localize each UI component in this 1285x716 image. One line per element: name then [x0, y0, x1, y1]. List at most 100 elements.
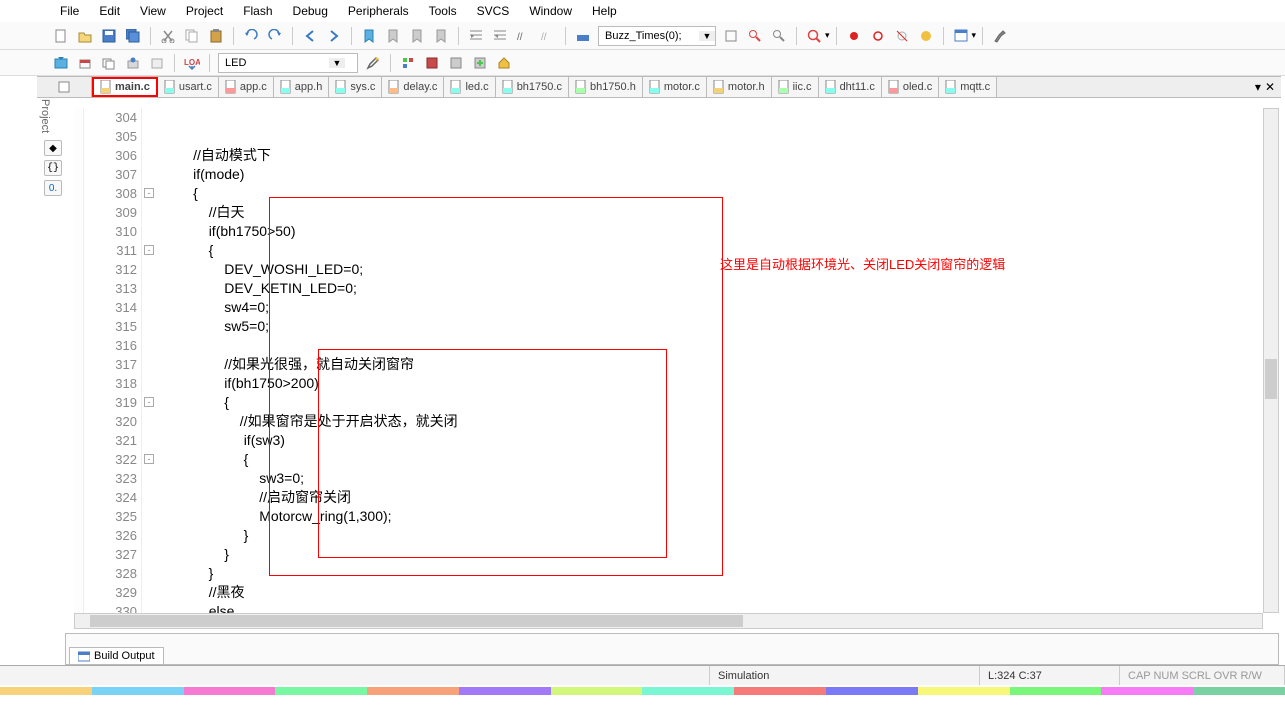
sidebar-icons: ◆ {} 0. [41, 140, 65, 196]
dropdown-arrow-icon[interactable]: ▼ [329, 58, 345, 68]
manage-pack-button[interactable] [445, 53, 467, 73]
download-button[interactable]: LOAD [181, 53, 203, 73]
rebuild-button[interactable] [98, 53, 120, 73]
fold-toggle[interactable]: - [144, 397, 154, 407]
file-tab-main-c[interactable]: main.c [92, 77, 158, 97]
code-editor[interactable]: 3043053063073083093103113123133143153163… [74, 108, 1263, 613]
menu-project[interactable]: Project [176, 2, 233, 20]
pack-install-button[interactable] [469, 53, 491, 73]
file-tab-motor-h[interactable]: motor.h [707, 77, 772, 97]
file-tab-delay-c[interactable]: delay.c [382, 77, 444, 97]
outdent-button[interactable] [489, 26, 511, 46]
menu-file[interactable]: File [50, 2, 89, 20]
tabbar-left-icon[interactable] [37, 77, 92, 97]
new-file-button[interactable] [50, 26, 72, 46]
file-tab-bh1750-h[interactable]: bh1750.h [569, 77, 643, 97]
build-button[interactable] [74, 53, 96, 73]
annotation-box-inner [318, 349, 667, 558]
diamond-icon[interactable]: ◆ [44, 140, 62, 156]
menu-peripherals[interactable]: Peripherals [338, 2, 419, 20]
copy-button[interactable] [181, 26, 203, 46]
nav-forward-button[interactable] [323, 26, 345, 46]
undo-button[interactable] [240, 26, 262, 46]
manage-env-button[interactable] [421, 53, 443, 73]
vertical-scrollbar[interactable] [1263, 108, 1279, 613]
comment-button[interactable]: // [513, 26, 535, 46]
find-dropdown[interactable]: Buzz_Times(0); ▼ [598, 26, 716, 46]
file-tab-bh1750-c[interactable]: bh1750.c [496, 77, 569, 97]
file-tab-app-c[interactable]: app.c [219, 77, 274, 97]
horizontal-scrollbar[interactable] [74, 613, 1263, 629]
code-content[interactable]: //自动模式下 if(mode) { //白天 if(bh1750>50) { … [160, 108, 1263, 613]
file-tabbar: main.cusart.capp.capp.hsys.cdelay.cled.c… [37, 76, 1281, 98]
file-tab-led-c[interactable]: led.c [444, 77, 495, 97]
translate-button[interactable] [50, 53, 72, 73]
batch-build-button[interactable] [122, 53, 144, 73]
svg-text://: // [541, 32, 547, 43]
file-tab-sys-c[interactable]: sys.c [329, 77, 382, 97]
save-button[interactable] [98, 26, 120, 46]
tab-close-icon[interactable]: ✕ [1265, 80, 1275, 94]
build-output-tab[interactable]: Build Output [69, 647, 164, 664]
menu-window[interactable]: Window [519, 2, 582, 20]
bookmark-clear-button[interactable] [430, 26, 452, 46]
menu-help[interactable]: Help [582, 2, 627, 20]
breakpoint-enable-button[interactable] [915, 26, 937, 46]
fold-toggle[interactable]: - [144, 188, 154, 198]
fold-column[interactable]: - - - - [142, 108, 160, 613]
manage-button[interactable] [397, 53, 419, 73]
file-tab-app-h[interactable]: app.h [274, 77, 330, 97]
window-button[interactable] [950, 26, 972, 46]
func-icon[interactable]: 0. [44, 180, 62, 196]
menu-view[interactable]: View [130, 2, 176, 20]
menu-tools[interactable]: Tools [419, 2, 467, 20]
breakpoint-kill-button[interactable] [891, 26, 913, 46]
bottom-color-bar [0, 687, 1285, 695]
find-button[interactable] [720, 26, 742, 46]
status-cursor-pos: L:324 C:37 [980, 666, 1120, 685]
file-tab-usart-c[interactable]: usart.c [158, 77, 219, 97]
nav-back-button[interactable] [299, 26, 321, 46]
fold-toggle[interactable]: - [144, 245, 154, 255]
config-button[interactable] [989, 26, 1011, 46]
incremental-find-button[interactable] [768, 26, 790, 46]
dropdown-arrow-icon[interactable]: ▼ [699, 31, 715, 41]
save-all-button[interactable] [122, 26, 144, 46]
menu-flash[interactable]: Flash [233, 2, 282, 20]
find-in-files-button[interactable] [744, 26, 766, 46]
tab-menu-icon[interactable]: ▾ [1255, 80, 1261, 94]
breakpoint-disable-button[interactable] [867, 26, 889, 46]
braces-icon[interactable]: {} [44, 160, 62, 176]
debug-config-button[interactable] [803, 26, 825, 46]
paste-button[interactable] [205, 26, 227, 46]
file-icon [280, 80, 292, 94]
breakpoint-button[interactable] [843, 26, 865, 46]
file-tab-motor-c[interactable]: motor.c [643, 77, 707, 97]
file-icon [450, 80, 462, 94]
pack-home-button[interactable] [493, 53, 515, 73]
bookmark-button[interactable] [358, 26, 380, 46]
menu-debug[interactable]: Debug [283, 2, 338, 20]
uncomment-button[interactable]: // [537, 26, 559, 46]
options-button[interactable] [362, 53, 384, 73]
open-file-button[interactable] [74, 26, 96, 46]
file-tab-oled-c[interactable]: oled.c [882, 77, 939, 97]
bookmark-prev-button[interactable] [382, 26, 404, 46]
bookmark-next-button[interactable] [406, 26, 428, 46]
target-dropdown[interactable]: LED ▼ [218, 53, 358, 73]
file-tab-dht11-c[interactable]: dht11.c [819, 77, 882, 97]
menu-edit[interactable]: Edit [89, 2, 130, 20]
stop-build-button[interactable] [146, 53, 168, 73]
indent-button[interactable] [465, 26, 487, 46]
cut-button[interactable] [157, 26, 179, 46]
file-icon [713, 80, 725, 94]
file-tab-iic-c[interactable]: iic.c [772, 77, 819, 97]
statusbar: Simulation L:324 C:37 CAP NUM SCRL OVR R… [0, 665, 1285, 685]
menu-svcs[interactable]: SVCS [467, 2, 520, 20]
svg-text:LOAD: LOAD [184, 58, 200, 67]
redo-button[interactable] [264, 26, 286, 46]
fold-toggle[interactable]: - [144, 454, 154, 464]
file-tab-mqtt-c[interactable]: mqtt.c [939, 77, 997, 97]
main-toolbar: // // Buzz_Times(0); ▼ ▾ ▾ [0, 22, 1285, 50]
macro-button[interactable] [572, 26, 594, 46]
